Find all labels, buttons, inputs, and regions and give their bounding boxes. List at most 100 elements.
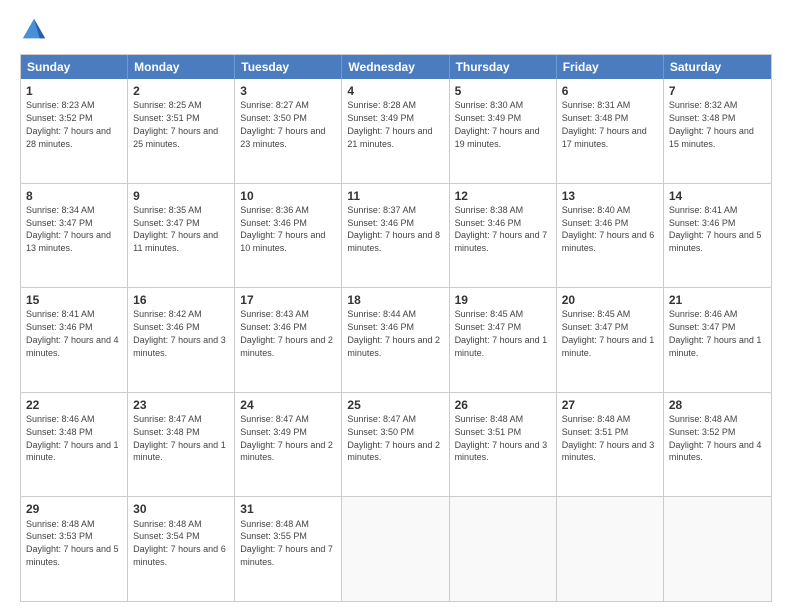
day-info: Sunrise: 8:35 AMSunset: 3:47 PMDaylight:… xyxy=(133,205,218,253)
calendar-row-4: 22 Sunrise: 8:46 AMSunset: 3:48 PMDaylig… xyxy=(21,392,771,497)
day-info: Sunrise: 8:44 AMSunset: 3:46 PMDaylight:… xyxy=(347,309,440,357)
day-info: Sunrise: 8:25 AMSunset: 3:51 PMDaylight:… xyxy=(133,100,218,148)
day-info: Sunrise: 8:45 AMSunset: 3:47 PMDaylight:… xyxy=(455,309,548,357)
day-number: 9 xyxy=(133,188,229,204)
day-number: 10 xyxy=(240,188,336,204)
weekday-header-sunday: Sunday xyxy=(21,55,128,79)
day-info: Sunrise: 8:23 AMSunset: 3:52 PMDaylight:… xyxy=(26,100,111,148)
day-cell-11: 11 Sunrise: 8:37 AMSunset: 3:46 PMDaylig… xyxy=(342,184,449,288)
day-info: Sunrise: 8:43 AMSunset: 3:46 PMDaylight:… xyxy=(240,309,333,357)
logo xyxy=(20,16,52,44)
day-number: 6 xyxy=(562,83,658,99)
day-cell-25: 25 Sunrise: 8:47 AMSunset: 3:50 PMDaylig… xyxy=(342,393,449,497)
day-info: Sunrise: 8:42 AMSunset: 3:46 PMDaylight:… xyxy=(133,309,226,357)
empty-cell xyxy=(450,497,557,601)
weekday-header-thursday: Thursday xyxy=(450,55,557,79)
day-cell-12: 12 Sunrise: 8:38 AMSunset: 3:46 PMDaylig… xyxy=(450,184,557,288)
logo-icon xyxy=(20,16,48,44)
day-info: Sunrise: 8:41 AMSunset: 3:46 PMDaylight:… xyxy=(669,205,762,253)
day-number: 7 xyxy=(669,83,766,99)
weekday-header-tuesday: Tuesday xyxy=(235,55,342,79)
day-cell-16: 16 Sunrise: 8:42 AMSunset: 3:46 PMDaylig… xyxy=(128,288,235,392)
day-cell-24: 24 Sunrise: 8:47 AMSunset: 3:49 PMDaylig… xyxy=(235,393,342,497)
day-cell-7: 7 Sunrise: 8:32 AMSunset: 3:48 PMDayligh… xyxy=(664,79,771,183)
weekday-header-monday: Monday xyxy=(128,55,235,79)
day-cell-19: 19 Sunrise: 8:45 AMSunset: 3:47 PMDaylig… xyxy=(450,288,557,392)
day-cell-2: 2 Sunrise: 8:25 AMSunset: 3:51 PMDayligh… xyxy=(128,79,235,183)
day-info: Sunrise: 8:46 AMSunset: 3:47 PMDaylight:… xyxy=(669,309,762,357)
day-number: 23 xyxy=(133,397,229,413)
header xyxy=(20,16,772,44)
day-number: 2 xyxy=(133,83,229,99)
day-number: 30 xyxy=(133,501,229,517)
day-cell-10: 10 Sunrise: 8:36 AMSunset: 3:46 PMDaylig… xyxy=(235,184,342,288)
day-info: Sunrise: 8:41 AMSunset: 3:46 PMDaylight:… xyxy=(26,309,119,357)
calendar-row-1: 1 Sunrise: 8:23 AMSunset: 3:52 PMDayligh… xyxy=(21,79,771,183)
day-number: 17 xyxy=(240,292,336,308)
day-number: 22 xyxy=(26,397,122,413)
day-info: Sunrise: 8:47 AMSunset: 3:50 PMDaylight:… xyxy=(347,414,440,462)
day-info: Sunrise: 8:48 AMSunset: 3:53 PMDaylight:… xyxy=(26,519,119,567)
day-cell-1: 1 Sunrise: 8:23 AMSunset: 3:52 PMDayligh… xyxy=(21,79,128,183)
day-cell-9: 9 Sunrise: 8:35 AMSunset: 3:47 PMDayligh… xyxy=(128,184,235,288)
day-number: 5 xyxy=(455,83,551,99)
day-info: Sunrise: 8:31 AMSunset: 3:48 PMDaylight:… xyxy=(562,100,647,148)
day-number: 15 xyxy=(26,292,122,308)
day-number: 29 xyxy=(26,501,122,517)
day-number: 26 xyxy=(455,397,551,413)
day-cell-18: 18 Sunrise: 8:44 AMSunset: 3:46 PMDaylig… xyxy=(342,288,449,392)
day-number: 19 xyxy=(455,292,551,308)
empty-cell xyxy=(664,497,771,601)
empty-cell xyxy=(342,497,449,601)
day-cell-21: 21 Sunrise: 8:46 AMSunset: 3:47 PMDaylig… xyxy=(664,288,771,392)
day-number: 20 xyxy=(562,292,658,308)
day-number: 31 xyxy=(240,501,336,517)
day-cell-29: 29 Sunrise: 8:48 AMSunset: 3:53 PMDaylig… xyxy=(21,497,128,601)
day-info: Sunrise: 8:32 AMSunset: 3:48 PMDaylight:… xyxy=(669,100,754,148)
day-number: 13 xyxy=(562,188,658,204)
day-info: Sunrise: 8:30 AMSunset: 3:49 PMDaylight:… xyxy=(455,100,540,148)
day-cell-5: 5 Sunrise: 8:30 AMSunset: 3:49 PMDayligh… xyxy=(450,79,557,183)
day-cell-26: 26 Sunrise: 8:48 AMSunset: 3:51 PMDaylig… xyxy=(450,393,557,497)
day-info: Sunrise: 8:27 AMSunset: 3:50 PMDaylight:… xyxy=(240,100,325,148)
day-number: 3 xyxy=(240,83,336,99)
calendar-row-2: 8 Sunrise: 8:34 AMSunset: 3:47 PMDayligh… xyxy=(21,183,771,288)
day-number: 16 xyxy=(133,292,229,308)
weekday-header-friday: Friday xyxy=(557,55,664,79)
day-info: Sunrise: 8:48 AMSunset: 3:52 PMDaylight:… xyxy=(669,414,762,462)
calendar-row-3: 15 Sunrise: 8:41 AMSunset: 3:46 PMDaylig… xyxy=(21,287,771,392)
day-info: Sunrise: 8:48 AMSunset: 3:51 PMDaylight:… xyxy=(562,414,655,462)
day-info: Sunrise: 8:48 AMSunset: 3:54 PMDaylight:… xyxy=(133,519,226,567)
calendar-body: 1 Sunrise: 8:23 AMSunset: 3:52 PMDayligh… xyxy=(21,79,771,601)
empty-cell xyxy=(557,497,664,601)
day-info: Sunrise: 8:48 AMSunset: 3:51 PMDaylight:… xyxy=(455,414,548,462)
day-number: 27 xyxy=(562,397,658,413)
day-number: 14 xyxy=(669,188,766,204)
day-cell-3: 3 Sunrise: 8:27 AMSunset: 3:50 PMDayligh… xyxy=(235,79,342,183)
day-cell-15: 15 Sunrise: 8:41 AMSunset: 3:46 PMDaylig… xyxy=(21,288,128,392)
day-info: Sunrise: 8:45 AMSunset: 3:47 PMDaylight:… xyxy=(562,309,655,357)
day-number: 12 xyxy=(455,188,551,204)
day-cell-8: 8 Sunrise: 8:34 AMSunset: 3:47 PMDayligh… xyxy=(21,184,128,288)
day-number: 24 xyxy=(240,397,336,413)
day-info: Sunrise: 8:38 AMSunset: 3:46 PMDaylight:… xyxy=(455,205,548,253)
day-info: Sunrise: 8:47 AMSunset: 3:48 PMDaylight:… xyxy=(133,414,226,462)
day-cell-31: 31 Sunrise: 8:48 AMSunset: 3:55 PMDaylig… xyxy=(235,497,342,601)
weekday-header-saturday: Saturday xyxy=(664,55,771,79)
day-info: Sunrise: 8:46 AMSunset: 3:48 PMDaylight:… xyxy=(26,414,119,462)
calendar-row-5: 29 Sunrise: 8:48 AMSunset: 3:53 PMDaylig… xyxy=(21,496,771,601)
day-cell-6: 6 Sunrise: 8:31 AMSunset: 3:48 PMDayligh… xyxy=(557,79,664,183)
calendar-header: SundayMondayTuesdayWednesdayThursdayFrid… xyxy=(21,55,771,79)
day-info: Sunrise: 8:37 AMSunset: 3:46 PMDaylight:… xyxy=(347,205,440,253)
day-info: Sunrise: 8:36 AMSunset: 3:46 PMDaylight:… xyxy=(240,205,325,253)
day-cell-23: 23 Sunrise: 8:47 AMSunset: 3:48 PMDaylig… xyxy=(128,393,235,497)
day-number: 1 xyxy=(26,83,122,99)
page: SundayMondayTuesdayWednesdayThursdayFrid… xyxy=(0,0,792,612)
day-number: 28 xyxy=(669,397,766,413)
day-cell-17: 17 Sunrise: 8:43 AMSunset: 3:46 PMDaylig… xyxy=(235,288,342,392)
day-cell-13: 13 Sunrise: 8:40 AMSunset: 3:46 PMDaylig… xyxy=(557,184,664,288)
calendar: SundayMondayTuesdayWednesdayThursdayFrid… xyxy=(20,54,772,602)
day-info: Sunrise: 8:28 AMSunset: 3:49 PMDaylight:… xyxy=(347,100,432,148)
day-info: Sunrise: 8:34 AMSunset: 3:47 PMDaylight:… xyxy=(26,205,111,253)
day-number: 21 xyxy=(669,292,766,308)
